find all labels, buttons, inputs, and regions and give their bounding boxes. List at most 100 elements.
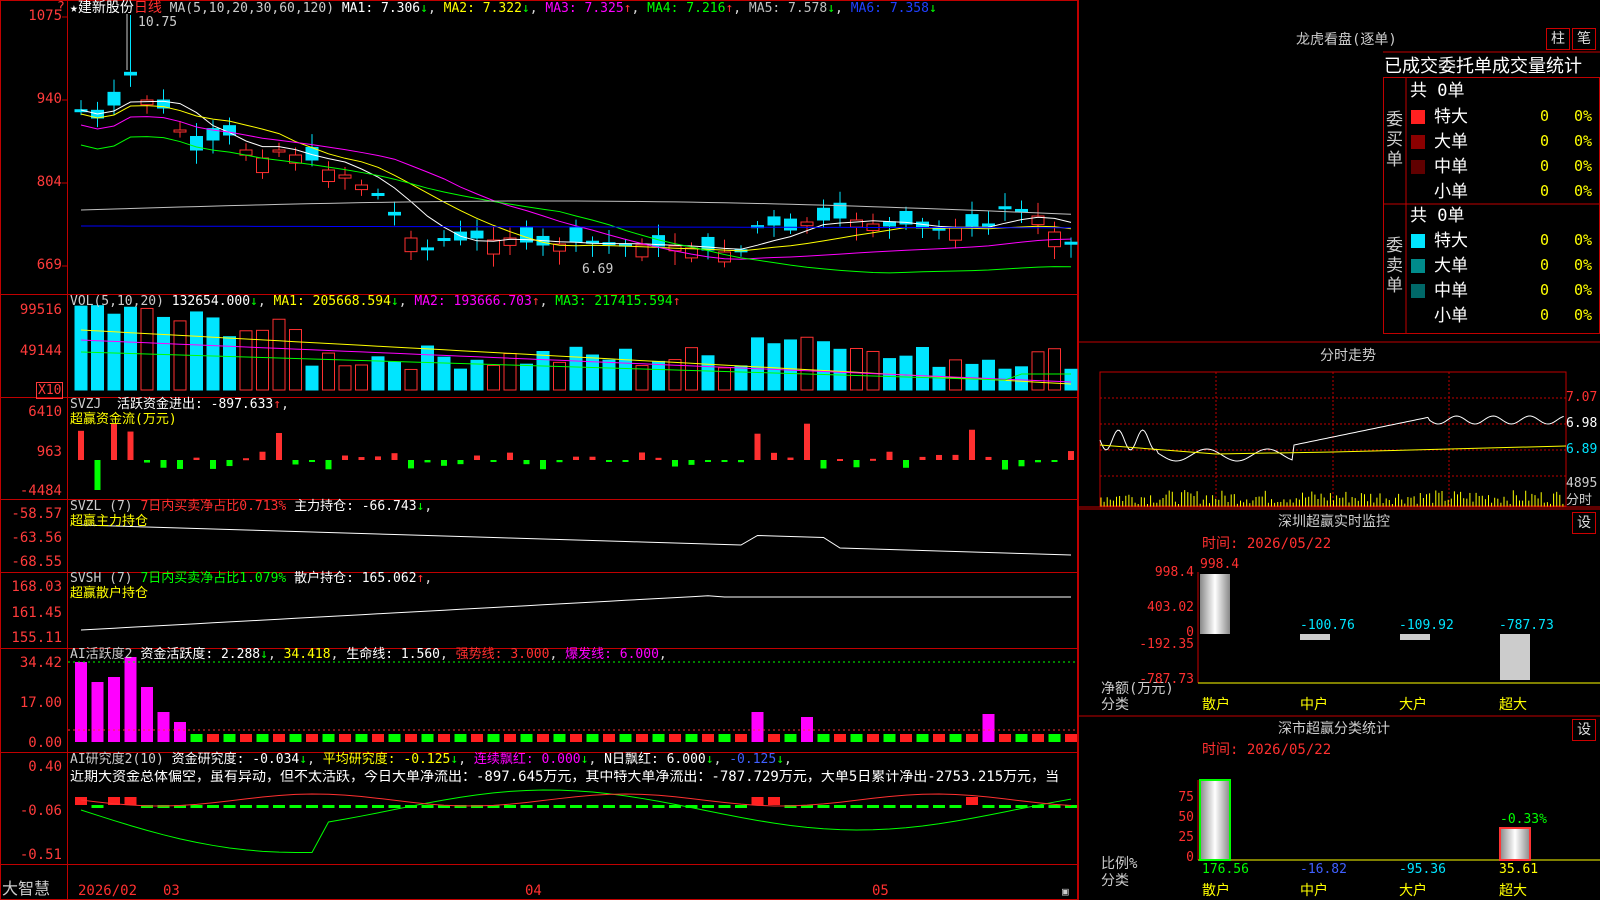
sz1-value-label: -109.92 <box>1399 618 1454 633</box>
lhb-row-name: 大单 <box>1434 132 1468 152</box>
ai1-bar <box>883 734 896 742</box>
svsh-y-label: 155.11 <box>11 630 62 646</box>
ma4-line <box>80 136 1072 274</box>
lock-icon[interactable]: ▣ <box>1062 884 1069 899</box>
price-y-label: 1075 <box>28 8 62 24</box>
ai1-bar <box>157 712 170 742</box>
volume-bar <box>371 356 385 391</box>
volume-bar <box>388 361 401 391</box>
lhb-row-pct: 0% <box>1574 182 1593 200</box>
volume-bar <box>586 354 599 391</box>
ai1-bar <box>784 734 797 742</box>
ai1-bar <box>636 734 648 742</box>
ai1-bar <box>603 734 615 742</box>
sz-monitor-settings-button[interactable]: 设 <box>1572 512 1596 534</box>
candle <box>1064 237 1078 258</box>
lhb-row-count: 0 <box>1540 306 1550 324</box>
svzj-bar <box>919 456 926 460</box>
candle <box>371 188 385 200</box>
ai2-bar <box>834 805 846 808</box>
lhb-row-pct: 0% <box>1574 157 1593 175</box>
fenshi-frame <box>1099 371 1567 507</box>
ai2-bar <box>751 797 764 805</box>
candle <box>1031 202 1045 235</box>
candle <box>965 201 979 237</box>
sz-stats-settings-button[interactable]: 设 <box>1572 719 1596 741</box>
sz1-category-label: 中户 <box>1300 697 1328 713</box>
lhb-row-name: 中单 <box>1434 157 1468 177</box>
sz2-category-label: 散户 <box>1202 883 1230 899</box>
ai1-bar <box>454 734 467 742</box>
ai2-bar <box>718 805 731 808</box>
ai2-bar <box>850 805 863 808</box>
svzj-bar <box>193 457 200 460</box>
ai2-bar <box>883 805 896 808</box>
svzj-bar <box>556 460 563 463</box>
candle <box>833 191 847 227</box>
lhb-row-count: 0 <box>1540 256 1550 274</box>
ai2-y-label: -0.51 <box>19 847 62 863</box>
sz-monitor-xlabel: 分类 <box>1101 697 1129 713</box>
volume-bar <box>833 348 847 391</box>
ai1-bar <box>850 734 863 742</box>
sz1-value-label: -100.76 <box>1300 618 1355 633</box>
volume-bar <box>454 368 467 391</box>
ai2-y-label: 0.40 <box>28 759 62 775</box>
ai2-bar <box>916 805 929 808</box>
ma6-value: MA6: 7.358↓ <box>850 1 937 16</box>
candle <box>173 121 187 138</box>
sz2-y-label: 0 <box>1186 850 1194 865</box>
ai1-bar <box>405 734 417 742</box>
sz2-category-label: 大户 <box>1399 883 1427 899</box>
ai1-bar <box>256 734 269 742</box>
period-label[interactable]: 日线 <box>134 0 162 16</box>
lhb-row-pct: 0% <box>1574 256 1593 274</box>
ai1-y-label: 0.00 <box>28 735 62 751</box>
svzj-bar <box>985 456 992 460</box>
candle <box>470 219 484 251</box>
svzj-bar <box>573 456 579 460</box>
sz1-bar-retail <box>1200 574 1230 634</box>
volume-bar <box>140 307 154 391</box>
sz1-bar-mid <box>1300 634 1330 640</box>
ai1-bar <box>619 734 632 742</box>
svzl-y-label: -58.57 <box>11 506 62 522</box>
candle <box>322 161 335 188</box>
svzj-bar <box>820 460 827 469</box>
fenshi-y-label: 7.07 <box>1566 390 1598 405</box>
sz1-bar-large <box>1400 634 1430 640</box>
bar-mode-button[interactable]: 柱 <box>1546 28 1570 50</box>
ai2-bar <box>207 805 219 808</box>
ma5-line <box>80 200 1072 215</box>
size-swatch <box>1411 110 1425 124</box>
sz2-bar-retail <box>1200 780 1230 860</box>
star-icon[interactable]: ★ <box>70 1 78 16</box>
ai2-bar <box>124 797 137 805</box>
volume-bar <box>289 329 302 391</box>
svsh-line <box>80 595 1071 631</box>
ai1-bar <box>240 734 252 742</box>
ai1-bar <box>339 734 351 742</box>
volume-bar <box>619 348 632 391</box>
volume-bar <box>932 366 946 391</box>
candle <box>982 210 995 235</box>
tick-mode-button[interactable]: 笔 <box>1572 28 1596 50</box>
ai2-bar <box>702 805 714 808</box>
candle <box>800 217 814 234</box>
svzj-bar <box>375 456 381 460</box>
svzj-bar <box>342 455 348 460</box>
price-y-label: 804 <box>36 174 62 190</box>
lhb-row-pct: 0% <box>1574 281 1593 299</box>
stock-name[interactable]: 建新股份 <box>78 0 134 16</box>
size-swatch <box>1411 259 1425 273</box>
volume-bar <box>223 336 236 391</box>
ai1-bar <box>190 734 203 742</box>
lhb-row-name: 小单 <box>1434 182 1468 202</box>
candle <box>520 220 533 250</box>
svzj-bar <box>1002 460 1008 470</box>
svzj-bar <box>309 460 315 462</box>
ai2-bar <box>933 805 945 808</box>
ai1-bar <box>141 687 153 742</box>
size-swatch <box>1411 234 1425 248</box>
sz-monitor-title: 深圳超赢实时监控 <box>1278 514 1390 530</box>
